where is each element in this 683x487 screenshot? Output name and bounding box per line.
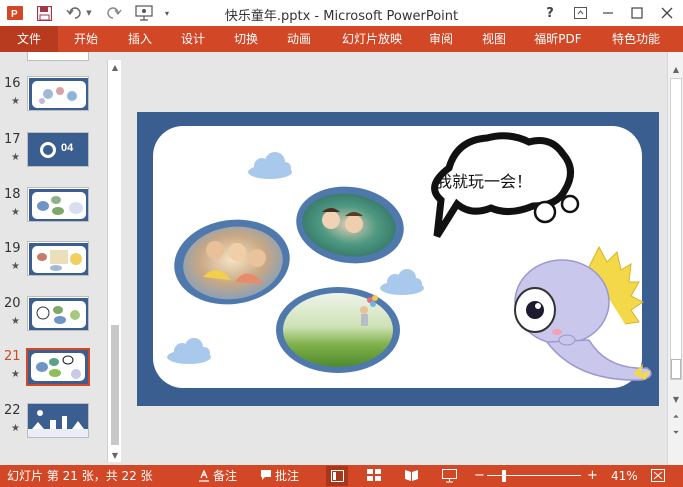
slide-number: 21 bbox=[4, 349, 21, 364]
slide-thumbnail-image[interactable] bbox=[27, 296, 89, 331]
next-slide-icon[interactable]: ⏷ bbox=[669, 426, 683, 440]
fit-to-window-icon[interactable] bbox=[651, 469, 665, 485]
scroll-up-arrow-icon[interactable]: ▲ bbox=[108, 60, 122, 74]
help-button[interactable]: ? bbox=[539, 3, 561, 23]
slide-artwork bbox=[167, 132, 652, 381]
cloud-icon bbox=[167, 338, 211, 364]
close-button[interactable] bbox=[656, 3, 678, 23]
slide-thumbnail-image[interactable] bbox=[27, 76, 89, 111]
zoom-out-icon[interactable]: − bbox=[474, 468, 485, 484]
slide-thumbnail-image[interactable] bbox=[27, 241, 89, 276]
animation-star-icon: ★ bbox=[11, 96, 20, 107]
slide-count-status: 幻灯片 第 21 张，共 22 张 bbox=[7, 469, 153, 483]
scrollbar-thumb[interactable] bbox=[671, 359, 681, 379]
previous-slide-icon[interactable]: ⏶ bbox=[669, 410, 683, 424]
slide-sorter-view-icon[interactable] bbox=[367, 469, 381, 485]
tab-animations[interactable]: 动画 bbox=[279, 26, 319, 52]
slide-number: 22 bbox=[4, 403, 21, 418]
slide-canvas[interactable]: 我就玩一会！ bbox=[137, 112, 659, 406]
cloud-icon bbox=[248, 152, 292, 179]
animation-star-icon: ★ bbox=[11, 369, 20, 380]
tab-view[interactable]: 视图 bbox=[474, 26, 514, 52]
dinosaur-character bbox=[514, 245, 652, 381]
zoom-level[interactable]: 41% bbox=[611, 468, 638, 484]
notes-icon[interactable] bbox=[198, 468, 210, 484]
scroll-down-arrow-icon[interactable]: ▼ bbox=[669, 392, 683, 406]
scroll-up-arrow-icon[interactable]: ▲ bbox=[669, 62, 683, 76]
thumbnail-scrollbar[interactable]: ▲ ▼ bbox=[107, 60, 121, 462]
ribbon-display-options-button[interactable] bbox=[569, 3, 591, 23]
comments-button[interactable]: 批注 bbox=[275, 468, 299, 484]
normal-view-icon[interactable] bbox=[326, 466, 348, 486]
tab-design[interactable]: 设计 bbox=[173, 26, 213, 52]
photo-two-girls bbox=[296, 186, 404, 264]
maximize-button[interactable] bbox=[626, 3, 648, 23]
reading-view-icon[interactable] bbox=[404, 469, 419, 485]
scrollbar-track[interactable] bbox=[670, 78, 682, 380]
slide-thumbnail-pane[interactable]: 16 ★ 17 ★ 04 18 ★ 19 ★ 20 ★ 21 ★ 22 ★ ▲ … bbox=[0, 52, 124, 465]
slide-thumbnail-partial[interactable] bbox=[27, 52, 89, 61]
status-bar: 幻灯片 第 21 张，共 22 张 备注 批注 − + 41% bbox=[0, 465, 683, 487]
slide-thumbnail-image[interactable] bbox=[27, 187, 89, 222]
animation-star-icon: ★ bbox=[11, 261, 20, 272]
notes-button[interactable]: 备注 bbox=[213, 468, 237, 484]
comments-icon[interactable] bbox=[260, 468, 272, 484]
slide-number: 17 bbox=[4, 132, 21, 147]
ribbon-tab-bar: 文件 开始 插入 设计 切换 动画 幻灯片放映 审阅 视图 福昕PDF 特色功能 bbox=[0, 26, 683, 52]
tab-transitions[interactable]: 切换 bbox=[226, 26, 266, 52]
photo-children-group bbox=[174, 219, 290, 305]
tab-slideshow[interactable]: 幻灯片放映 bbox=[334, 26, 410, 52]
tab-home[interactable]: 开始 bbox=[66, 26, 106, 52]
slide-number: 20 bbox=[4, 296, 21, 311]
scroll-down-arrow-icon[interactable]: ▼ bbox=[108, 448, 122, 462]
tab-insert[interactable]: 插入 bbox=[120, 26, 160, 52]
slideshow-view-icon[interactable] bbox=[442, 469, 457, 485]
title-bar: P ▼ ▾ 快乐童年.pptx - Microsoft PowerPoint ? bbox=[0, 0, 683, 26]
animation-star-icon: ★ bbox=[11, 423, 20, 434]
zoom-slider-thumb[interactable] bbox=[502, 470, 506, 482]
tab-review[interactable]: 审阅 bbox=[421, 26, 461, 52]
minimize-button[interactable] bbox=[597, 3, 619, 23]
slide-thumbnail-image[interactable] bbox=[26, 348, 90, 386]
tab-file[interactable]: 文件 bbox=[0, 26, 58, 52]
cloud-icon bbox=[380, 269, 424, 295]
zoom-in-icon[interactable]: + bbox=[587, 468, 598, 484]
editor-vertical-scrollbar[interactable]: ▲ ▼ ⏶ ⏷ bbox=[667, 52, 683, 465]
photo-field-child bbox=[276, 287, 400, 373]
slide-number: 19 bbox=[4, 241, 21, 256]
animation-star-icon: ★ bbox=[11, 152, 20, 163]
tab-special-features[interactable]: 特色功能 bbox=[604, 26, 668, 52]
animation-star-icon: ★ bbox=[11, 316, 20, 327]
slide-number: 16 bbox=[4, 76, 21, 91]
thumbnail-caption: 04 bbox=[61, 142, 74, 154]
slide-number: 18 bbox=[4, 187, 21, 202]
scrollbar-thumb[interactable] bbox=[111, 325, 119, 445]
tab-foxit-pdf[interactable]: 福昕PDF bbox=[528, 26, 588, 52]
speech-bubble-text[interactable]: 我就玩一会！ bbox=[436, 168, 532, 192]
slide-thumbnail-image[interactable]: 04 bbox=[27, 132, 89, 167]
slide-thumbnail-image[interactable] bbox=[27, 403, 89, 438]
animation-star-icon: ★ bbox=[11, 207, 20, 218]
